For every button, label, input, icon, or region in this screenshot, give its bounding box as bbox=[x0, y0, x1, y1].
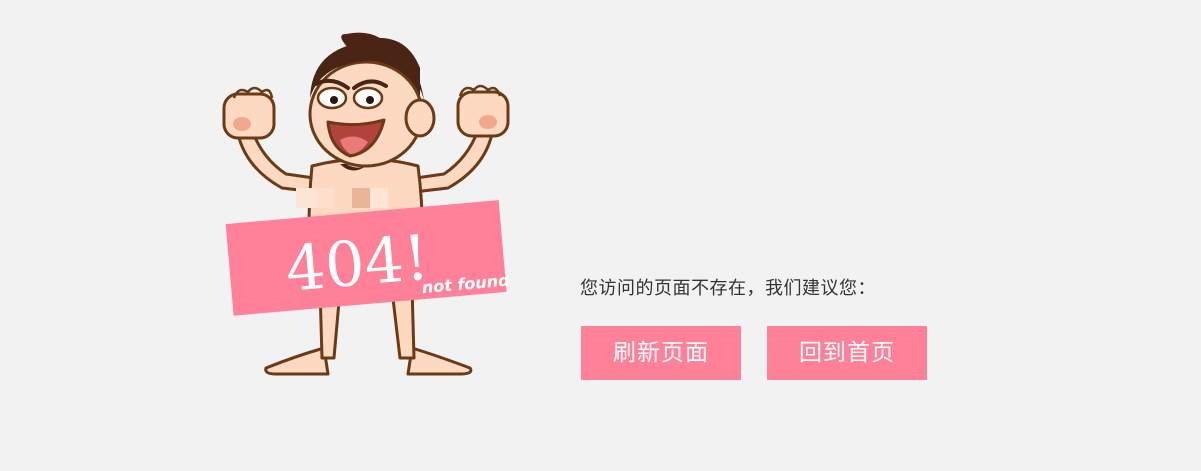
right-fist bbox=[456, 84, 510, 138]
error-code-text: 404! bbox=[283, 221, 432, 306]
error-message: 您访问的页面不存在，我们建议您： bbox=[580, 278, 876, 299]
404-sign: 404! not found bbox=[225, 200, 511, 316]
error-404-page: 404! not found 您访问的页面不存在，我们建议您： 刷新页面 回到首… bbox=[0, 0, 1201, 471]
character-head bbox=[308, 32, 436, 171]
refresh-page-button[interactable]: 刷新页面 bbox=[581, 326, 741, 380]
cartoon-404-illustration: 404! not found bbox=[216, 28, 516, 378]
left-fist bbox=[222, 86, 276, 140]
back-to-home-button[interactable]: 回到首页 bbox=[767, 326, 927, 380]
